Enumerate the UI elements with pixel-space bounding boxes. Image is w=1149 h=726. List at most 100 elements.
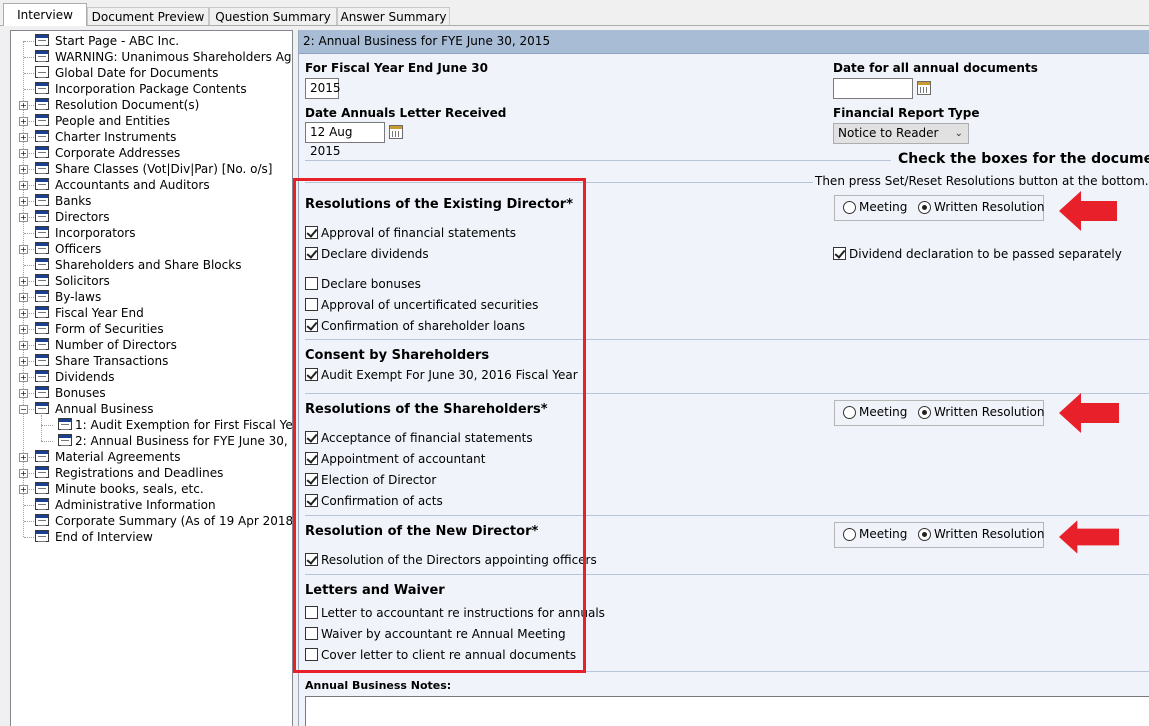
check-boxes-heading: Check the boxes for the documents y [898,151,1149,167]
tree-item[interactable]: Start Page - ABC Inc. [11,33,292,49]
tree-item[interactable]: + By-laws [11,289,292,305]
report-type-select[interactable]: Notice to Reader ⌄ [833,123,969,144]
tree-item[interactable]: + Form of Securities [11,321,292,337]
letter-received-date-input[interactable]: 12 Aug 2015 [305,122,385,158]
document-icon [35,322,49,334]
tree-item-label: Directors [55,210,110,224]
tree-item-label: Share Classes (Vot|Div|Par) [No. o/s] [55,162,273,176]
instructions-text: Then press Set/Reset Resolutions button … [815,174,1149,188]
tree-item[interactable]: + Resolution Document(s) [11,97,292,113]
tree-item[interactable]: − Annual Business [11,401,292,417]
tree-item[interactable]: End of Interview [11,529,292,545]
tree-item[interactable]: + Share Classes (Vot|Div|Par) [No. o/s] [11,161,292,177]
tree-item[interactable]: Incorporators [11,225,292,241]
tree-item-label: Material Agreements [55,450,181,464]
tree-item[interactable]: + Bonuses [11,385,292,401]
tree-item[interactable]: Shareholders and Share Blocks [11,257,292,273]
arrow-left-icon [1059,393,1119,433]
tab-answer-summary[interactable]: Answer Summary [337,7,450,25]
expand-icon[interactable]: + [19,341,28,350]
tree-item-label: Bonuses [55,386,106,400]
expand-icon[interactable]: + [19,181,28,190]
document-icon [35,466,49,478]
tree-item[interactable]: + Solicitors [11,273,292,289]
tree-item[interactable]: + Banks [11,193,292,209]
expand-icon[interactable]: + [19,469,28,478]
date-all-docs-input[interactable] [833,78,913,99]
tree-connector [24,57,34,58]
expand-icon[interactable]: + [19,293,28,302]
expand-icon[interactable]: + [19,133,28,142]
tree-item[interactable]: Global Date for Documents [11,65,292,81]
fiscal-year-input[interactable]: 2015 [305,78,341,99]
meeting-radio[interactable] [843,406,856,419]
document-icon [35,66,49,78]
expand-icon[interactable]: + [19,197,28,206]
document-icon [35,194,49,206]
document-icon [58,434,72,446]
letter-received-label: Date Annuals Letter Received [305,106,507,120]
tree-item[interactable]: WARNING: Unanimous Shareholders Agreem [11,49,292,65]
written-resolution-radio[interactable] [918,406,931,419]
meeting-radio[interactable] [843,528,856,541]
expand-icon[interactable]: + [19,213,28,222]
tree-item[interactable]: + Minute books, seals, etc. [11,481,292,497]
tab-divider [0,25,1149,26]
written-resolution-radio[interactable] [918,201,931,214]
tree-item[interactable]: + Registrations and Deadlines [11,465,292,481]
expand-icon[interactable]: + [19,149,28,158]
expand-icon[interactable]: + [19,309,28,318]
tree-item[interactable]: + Charter Instruments [11,129,292,145]
tree-item-label: Number of Directors [55,338,177,352]
calendar-icon[interactable] [917,81,931,95]
meeting-radio[interactable] [843,201,856,214]
tree-item-label: Incorporators [55,226,136,240]
tab-bar: Interview Document Preview Question Summ… [0,0,1149,26]
tree-item[interactable]: + Corporate Addresses [11,145,292,161]
tree-item[interactable]: + Accountants and Auditors [11,177,292,193]
expand-icon[interactable]: + [19,165,28,174]
expand-icon[interactable]: + [19,325,28,334]
tree-item-label: Annual Business [55,402,154,416]
expand-icon[interactable]: + [19,101,28,110]
tree-item-label: Global Date for Documents [55,66,219,80]
notes-label: Annual Business Notes: [305,679,452,692]
tree-item[interactable]: 1: Audit Exemption for First Fiscal Year [11,417,293,433]
navigation-tree[interactable]: Start Page - ABC Inc. WARNING: Unanimous … [10,30,293,726]
expand-icon[interactable]: + [19,373,28,382]
calendar-icon[interactable] [389,125,403,139]
tree-item[interactable]: + People and Entities [11,113,292,129]
tab-document-preview[interactable]: Document Preview [87,7,209,25]
shareholders-method-group: Meeting Written Resolution [834,400,1045,426]
expand-icon[interactable]: + [19,485,28,494]
written-resolution-radio[interactable] [918,528,931,541]
expand-icon[interactable]: + [19,277,28,286]
expand-icon[interactable]: + [19,389,28,398]
expand-icon[interactable]: + [19,117,28,126]
tree-item[interactable]: Corporate Summary (As of 19 Apr 2018) [11,513,292,529]
new-director-method-group: Meeting Written Resolution [834,522,1045,548]
expand-icon[interactable]: + [19,453,28,462]
tree-item[interactable]: + Number of Directors [11,337,292,353]
expand-icon[interactable]: + [19,357,28,366]
tree-item[interactable]: + Dividends [11,369,292,385]
tree-item[interactable]: + Fiscal Year End [11,305,292,321]
tree-item[interactable]: + Directors [11,209,292,225]
notes-textarea[interactable] [305,696,1149,726]
document-icon [35,290,49,302]
tab-question-summary[interactable]: Question Summary [209,7,337,25]
tree-item[interactable]: Administrative Information [11,497,292,513]
tree-item[interactable]: + Share Transactions [11,353,292,369]
document-icon [35,354,49,366]
tree-item[interactable]: + Material Agreements [11,449,292,465]
report-type-label: Financial Report Type [833,106,980,120]
expand-icon[interactable]: + [19,245,28,254]
tree-item-label: 1: Audit Exemption for First Fiscal Year [75,418,293,432]
collapse-icon[interactable]: − [19,405,28,414]
tree-item[interactable]: 2: Annual Business for FYE June 30, 2015 [11,433,292,449]
tree-connector [41,415,42,441]
tab-interview[interactable]: Interview [3,3,87,26]
dividend-separate-checkbox[interactable] [833,247,846,260]
tree-item[interactable]: + Officers [11,241,292,257]
tree-item[interactable]: Incorporation Package Contents [11,81,292,97]
